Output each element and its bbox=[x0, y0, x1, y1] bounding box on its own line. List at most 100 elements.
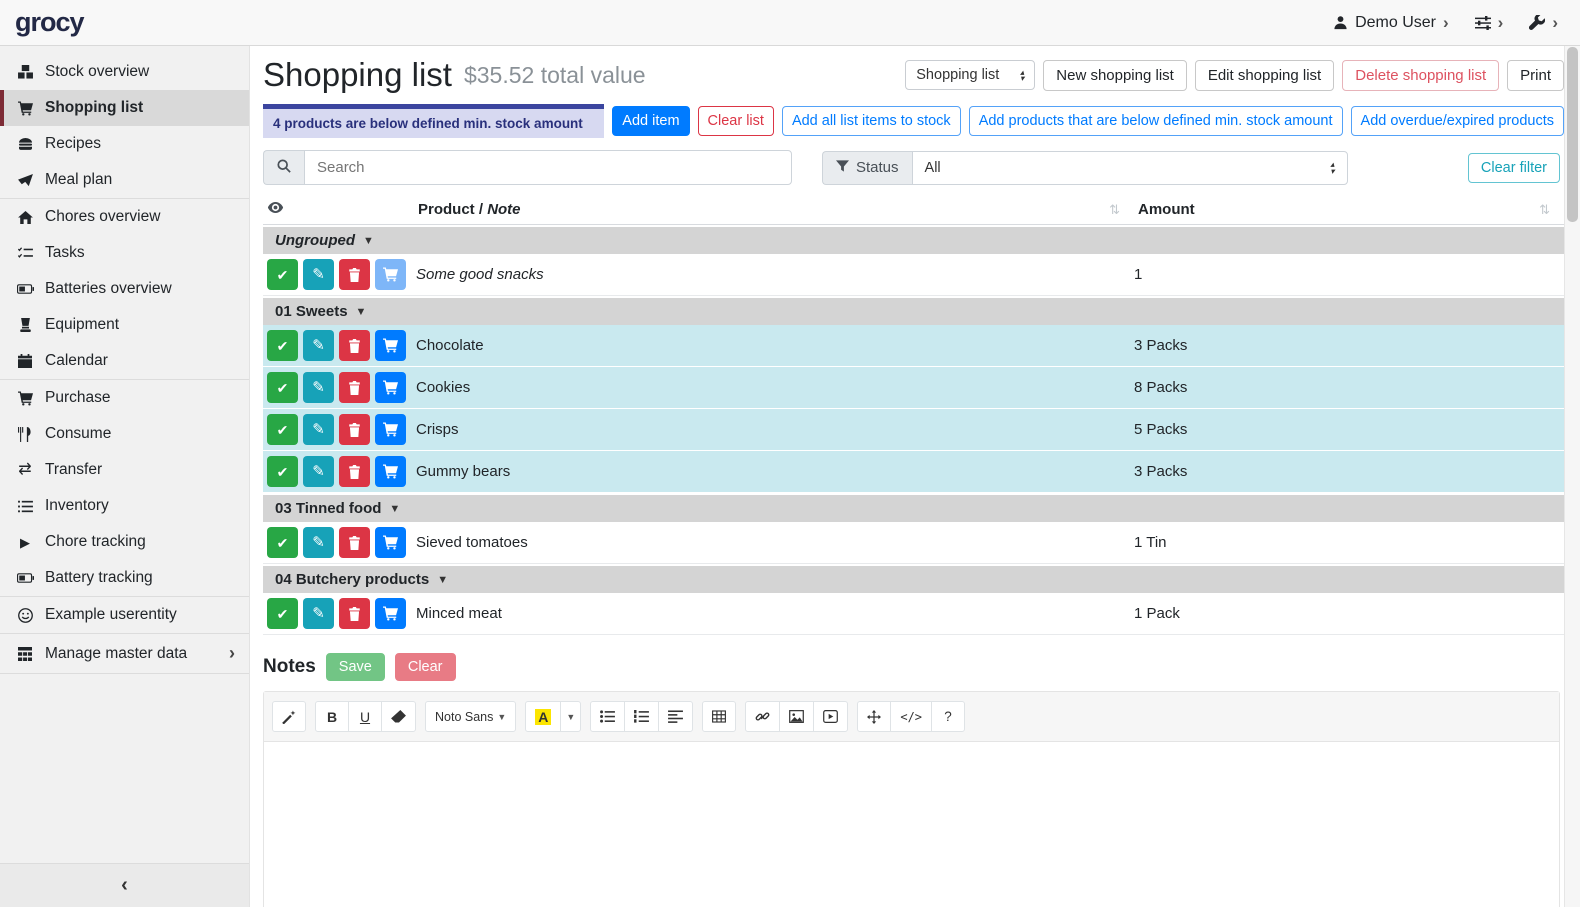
delete-button[interactable] bbox=[339, 330, 370, 361]
edit-button[interactable]: ✎ bbox=[303, 598, 334, 629]
product-group-row[interactable]: Ungrouped▼ bbox=[263, 225, 1564, 254]
status-filter-select[interactable]: All ▴▾ bbox=[912, 151, 1348, 185]
clear-notes-button[interactable]: Clear bbox=[395, 653, 456, 681]
delete-button[interactable] bbox=[339, 527, 370, 558]
shopping-list-table: Product / Note ⇅ Amount ⇅ Ungrouped▼ ✔ ✎… bbox=[263, 194, 1564, 635]
done-button[interactable]: ✔ bbox=[267, 259, 298, 290]
sidebar-item-battery-tracking[interactable]: Battery tracking bbox=[0, 560, 249, 597]
add-item-button[interactable]: Add item bbox=[612, 106, 689, 136]
insert-picture-button[interactable] bbox=[779, 701, 814, 732]
add-to-stock-button[interactable] bbox=[375, 598, 406, 629]
sidebar-item-label: Recipes bbox=[45, 135, 101, 153]
add-to-stock-button[interactable] bbox=[375, 372, 406, 403]
ordered-list-button[interactable] bbox=[624, 701, 659, 732]
sort-icon[interactable]: ⇅ bbox=[1539, 202, 1560, 218]
new-shopping-list-button[interactable]: New shopping list bbox=[1043, 60, 1187, 91]
sidebar-item-chore-tracking[interactable]: ▶Chore tracking bbox=[0, 524, 249, 560]
delete-button[interactable] bbox=[339, 259, 370, 290]
caret-down-icon: ▼ bbox=[363, 235, 374, 247]
done-button[interactable]: ✔ bbox=[267, 372, 298, 403]
sidebar-item-calendar[interactable]: Calendar bbox=[0, 343, 249, 380]
amount-column-header[interactable]: Amount ⇅ bbox=[1134, 201, 1564, 218]
add-all-to-stock-button[interactable]: Add all list items to stock bbox=[782, 106, 961, 136]
bold-button[interactable]: B bbox=[315, 701, 349, 732]
print-button[interactable]: Print bbox=[1507, 60, 1564, 91]
sidebar-item-batteries-overview[interactable]: Batteries overview bbox=[0, 271, 249, 307]
magic-style-button[interactable] bbox=[272, 701, 306, 732]
sidebar-item-equipment[interactable]: Equipment bbox=[0, 307, 249, 343]
sidebar-item-meal-plan[interactable]: Meal plan bbox=[0, 162, 249, 199]
notes-editor-area[interactable] bbox=[264, 742, 1559, 907]
sidebar-item-stock-overview[interactable]: Stock overview bbox=[0, 54, 249, 90]
insert-video-button[interactable] bbox=[813, 701, 848, 732]
sidebar-collapse-button[interactable]: ‹ bbox=[0, 863, 249, 907]
unordered-list-button[interactable] bbox=[590, 701, 625, 732]
clear-formatting-button[interactable] bbox=[381, 701, 416, 732]
admin-menu[interactable]: › bbox=[1529, 14, 1558, 31]
add-to-stock-button[interactable] bbox=[375, 330, 406, 361]
settings-menu[interactable]: › bbox=[1475, 14, 1504, 31]
clear-filter-button[interactable]: Clear filter bbox=[1468, 153, 1560, 183]
sidebar-item-inventory[interactable]: Inventory bbox=[0, 488, 249, 524]
list-icon bbox=[14, 500, 36, 513]
sidebar-item-manage-master-data[interactable]: Manage master data› bbox=[0, 634, 249, 674]
done-button[interactable]: ✔ bbox=[267, 330, 298, 361]
sidebar-item-purchase[interactable]: Purchase bbox=[0, 380, 249, 416]
sidebar-item-transfer[interactable]: ⇄Transfer bbox=[0, 452, 249, 488]
font-color-button[interactable]: A bbox=[525, 701, 561, 732]
edit-button[interactable]: ✎ bbox=[303, 372, 334, 403]
edit-shopping-list-button[interactable]: Edit shopping list bbox=[1195, 60, 1334, 91]
add-to-stock-button[interactable] bbox=[375, 527, 406, 558]
add-overdue-button[interactable]: Add overdue/expired products bbox=[1351, 106, 1564, 136]
add-below-min-stock-button[interactable]: Add products that are below defined min.… bbox=[969, 106, 1343, 136]
edit-button[interactable]: ✎ bbox=[303, 330, 334, 361]
product-group-row[interactable]: 01 Sweets▼ bbox=[263, 296, 1564, 325]
sidebar-item-shopping-list[interactable]: Shopping list bbox=[0, 90, 249, 126]
sidebar-item-tasks[interactable]: Tasks bbox=[0, 235, 249, 271]
delete-button[interactable] bbox=[339, 598, 370, 629]
help-button[interactable]: ? bbox=[931, 701, 965, 732]
sidebar-item-recipes[interactable]: Recipes bbox=[0, 126, 249, 162]
add-to-stock-button[interactable] bbox=[375, 414, 406, 445]
search-input[interactable] bbox=[304, 150, 792, 185]
add-to-stock-button[interactable] bbox=[375, 456, 406, 487]
done-button[interactable]: ✔ bbox=[267, 527, 298, 558]
header-menu: Demo User › › › bbox=[1333, 14, 1580, 32]
paragraph-align-button[interactable] bbox=[658, 701, 693, 732]
sidebar-item-consume[interactable]: Consume bbox=[0, 416, 249, 452]
user-menu[interactable]: Demo User › bbox=[1333, 14, 1449, 32]
product-column-header[interactable]: Product / Note ⇅ bbox=[414, 201, 1134, 218]
code-view-button[interactable]: </> bbox=[890, 701, 932, 732]
delete-shopping-list-button[interactable]: Delete shopping list bbox=[1342, 60, 1499, 91]
save-notes-button[interactable]: Save bbox=[326, 653, 385, 681]
done-button[interactable]: ✔ bbox=[267, 414, 298, 445]
sidebar-item-chores-overview[interactable]: Chores overview bbox=[0, 199, 249, 235]
font-family-button[interactable]: Noto Sans▼ bbox=[425, 701, 516, 732]
edit-button[interactable]: ✎ bbox=[303, 414, 334, 445]
edit-button[interactable]: ✎ bbox=[303, 456, 334, 487]
clear-list-button[interactable]: Clear list bbox=[698, 106, 774, 136]
scrollbar[interactable] bbox=[1564, 46, 1580, 907]
insert-link-icon bbox=[755, 710, 770, 723]
edit-button[interactable]: ✎ bbox=[303, 527, 334, 558]
sort-icon[interactable]: ⇅ bbox=[1109, 202, 1130, 218]
insert-table-button[interactable] bbox=[702, 701, 736, 732]
font-color-picker-button[interactable]: ▼ bbox=[560, 701, 581, 732]
done-button[interactable]: ✔ bbox=[267, 456, 298, 487]
sidebar-item-example-userentity[interactable]: Example userentity bbox=[0, 597, 249, 634]
done-button[interactable]: ✔ bbox=[267, 598, 298, 629]
delete-button[interactable] bbox=[339, 372, 370, 403]
search-prepend bbox=[263, 150, 304, 185]
insert-link-button[interactable] bbox=[745, 701, 780, 732]
editor-toolbar: BU Noto Sans▼ A▼ </>? bbox=[264, 692, 1559, 742]
delete-button[interactable] bbox=[339, 456, 370, 487]
product-group-row[interactable]: 04 Butchery products▼ bbox=[263, 564, 1564, 593]
add-to-stock-button[interactable] bbox=[375, 259, 406, 290]
fullscreen-button[interactable] bbox=[857, 701, 891, 732]
edit-button[interactable]: ✎ bbox=[303, 259, 334, 290]
underline-button[interactable]: U bbox=[348, 701, 382, 732]
scrollbar-thumb[interactable] bbox=[1567, 47, 1578, 222]
delete-button[interactable] bbox=[339, 414, 370, 445]
shopping-list-selector[interactable]: Shopping list ▴▾ bbox=[905, 60, 1035, 90]
product-group-row[interactable]: 03 Tinned food▼ bbox=[263, 493, 1564, 522]
